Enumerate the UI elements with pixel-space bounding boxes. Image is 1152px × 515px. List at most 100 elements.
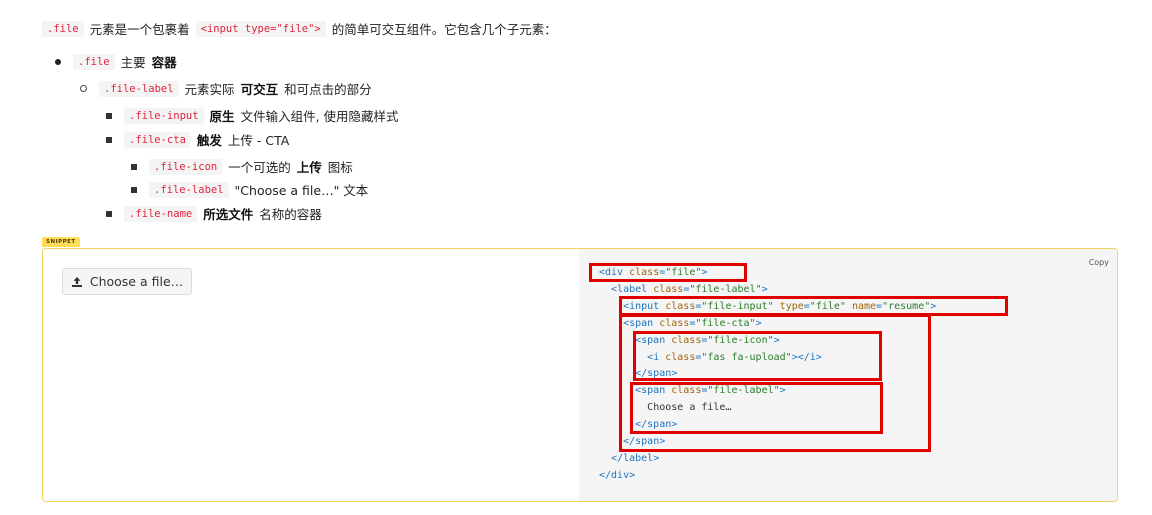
code-line: </label> [599,451,936,468]
inline-code: .file-label [99,80,179,97]
inline-code: .file-name [124,205,198,222]
list-item: .file-label "Choose a file…" 文本 [131,180,368,199]
bullet-icon [55,58,61,65]
code-token: "file-cta" [695,317,756,329]
code-token: class [665,351,696,363]
inline-code: <input type="file"> [195,20,326,37]
code-token: > [779,385,786,397]
list-bold: 上传 [296,160,322,175]
code-token: <i [647,351,666,363]
list-item: .file-name 所选文件 名称的容器 [106,204,322,223]
list-text: 上传 - CTA [227,133,290,148]
code-line: </span> [599,434,936,451]
code-token: > [930,300,937,312]
list-item: .file-input 原生 文件输入组件, 使用隐藏样式 [106,106,399,125]
code-token: ></i> [791,351,822,363]
list-text: 和可点击的部分 [284,82,372,97]
list-item: .file-cta 触发 上传 - CTA [106,130,289,149]
code-token: "file-label" [689,283,762,295]
code-token: </label> [611,452,660,464]
code-token: class [671,334,702,346]
intro-text: 元素是一个包裹着 [89,22,190,37]
choose-file-button[interactable]: Choose a file… [62,268,192,295]
code-token: class [665,300,696,312]
code-token: "file" [665,267,702,278]
code-token: name [851,300,877,312]
code-line: <i class="fas fa-upload"></i> [599,350,936,367]
list-item: .file 主要 容器 [55,52,177,71]
bullet-icon [106,136,112,143]
code-token: > [755,317,762,329]
code-token: </span> [623,436,666,448]
list-text: 图标 [327,160,353,175]
snippet-tag: SNIPPET [42,237,80,247]
list-text: 名称的容器 [259,207,322,222]
code-line: <div class="file"> [599,265,936,282]
code-token: "file-icon" [707,334,774,346]
code-pane: Copy <div class="file"> <label class="fi… [579,249,1117,501]
code-token: "file-label" [707,385,780,397]
inline-code: .file-cta [124,131,191,148]
code-token: <span [635,385,672,397]
code-token: > [761,283,768,295]
list-bold: 可交互 [240,82,279,97]
code-token: "file" [809,300,852,312]
snippet-box: Choose a file… Copy <div class="file"> <… [42,248,1118,502]
code-line: <span class="file-label"> [599,383,936,400]
bullet-icon [80,85,87,92]
bullet-icon [106,210,112,217]
list-bold: 原生 [209,109,235,124]
code-line: </span> [599,417,936,434]
code-line: </span> [599,366,936,383]
list-text: 一个可选的 [228,160,291,175]
code-token: <input [623,300,666,312]
code-token: <div [599,267,630,278]
code-token: <label [611,283,654,295]
bullet-icon [106,112,112,119]
code-token: class [671,385,702,397]
code-token: </span> [635,368,678,380]
code-token: <span [635,334,672,346]
code-line: <span class="file-cta"> [599,316,936,333]
list-text: 元素实际 [184,82,235,97]
code-token: > [701,267,708,278]
bullet-icon [131,163,137,170]
code-token: class [629,267,660,278]
code-token: </span> [635,419,678,431]
code-token: "resume" [882,300,931,312]
code-token: "file-input" [701,300,780,312]
code-token: > [773,334,780,346]
inline-code: .file [73,53,115,70]
intro-text: 的简单可交互组件。它包含几个子元素： [331,22,557,37]
code-token: </div> [599,469,636,481]
inline-code: .file-input [124,107,204,124]
code-token: type [779,300,804,312]
upload-icon [71,276,82,287]
code-line: <label class="file-label"> [599,282,936,299]
code-token: Choose a file… [647,402,732,414]
list-text: 主要 [120,55,146,70]
code-token: class [659,317,690,329]
list-item: .file-icon 一个可选的 上传 图标 [131,157,353,176]
code-token: <span [623,317,660,329]
list-text: "Choose a file…" 文本 [234,183,369,198]
list-bold: 触发 [196,133,222,148]
code-line: <span class="file-icon"> [599,333,936,350]
bullet-icon [131,186,137,193]
code-line: </div> [599,468,936,485]
code-line: Choose a file… [599,400,936,417]
inline-code: .file-icon [149,158,223,175]
code-line: <input class="file-input" type="file" na… [599,299,936,316]
code-token: "fas fa-upload" [701,351,792,363]
inline-code: .file-label [149,181,229,198]
list-bold: 容器 [151,55,177,70]
snippet-preview: Choose a file… [43,249,579,501]
code-token: class [653,283,684,295]
code-block: <div class="file"> <label class="file-la… [599,265,936,485]
list-text: 文件输入组件, 使用隐藏样式 [240,109,399,124]
intro-line: .file 元素是一个包裹着 <input type="file"> 的简单可交… [42,19,557,38]
inline-code: .file [42,20,84,37]
copy-button[interactable]: Copy [1089,258,1109,267]
choose-file-label: Choose a file… [89,274,184,289]
list-item: .file-label 元素实际 可交互 和可点击的部分 [80,79,372,98]
